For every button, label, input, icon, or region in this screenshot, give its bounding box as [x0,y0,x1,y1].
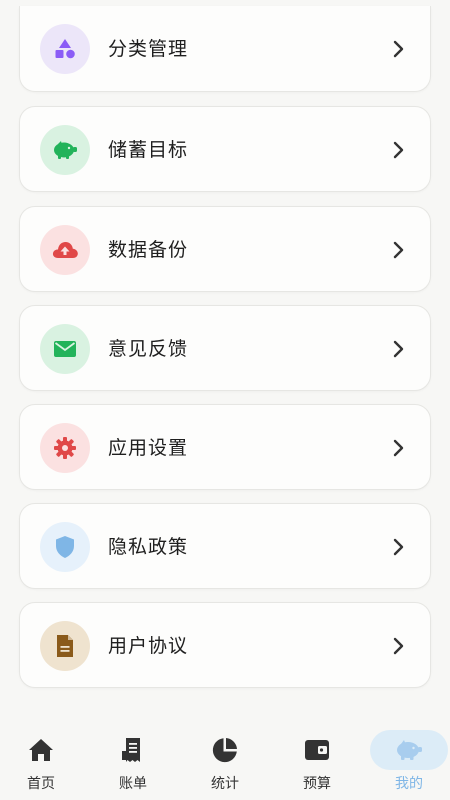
menu-item-privacy-policy[interactable]: 隐私政策 [19,503,431,589]
tab-statistics[interactable]: 统计 [180,726,270,800]
chevron-right-icon [393,538,404,556]
menu-item-label: 数据备份 [108,239,189,261]
menu-item-app-settings[interactable]: 应用设置 [19,404,431,490]
document-icon [40,621,90,671]
tab-bills[interactable]: 账单 [88,726,178,800]
menu-item-data-backup[interactable]: 数据备份 [19,206,431,292]
chevron-right-icon [393,241,404,259]
tab-mine[interactable]: 我的 [364,726,450,800]
chevron-right-icon [393,141,404,159]
piggy-bank-icon [40,125,90,175]
menu-item-user-agreement[interactable]: 用户协议 [19,602,431,688]
tab-label: 统计 [211,776,239,792]
tab-label: 预算 [303,776,331,792]
home-icon [27,736,55,764]
tab-budget[interactable]: 预算 [272,726,362,800]
menu-item-category-management[interactable]: 分类管理 [19,6,431,92]
tab-home[interactable]: 首页 [0,726,86,800]
chevron-right-icon [393,439,404,457]
chevron-right-icon [393,637,404,655]
gear-icon [40,423,90,473]
pie-chart-icon [211,736,239,764]
cloud-upload-icon [40,225,90,275]
menu-item-label: 意见反馈 [108,338,189,360]
bottom-tab-bar: 首页 账单 统计 预算 我的 [0,726,450,800]
receipt-icon [119,736,147,764]
chevron-right-icon [393,340,404,358]
piggy-bank-icon [395,736,423,764]
shield-icon [40,522,90,572]
tab-label: 我的 [395,776,423,792]
tab-label: 首页 [27,776,55,792]
menu-item-savings-goal[interactable]: 储蓄目标 [19,106,431,192]
tab-label: 账单 [119,776,147,792]
menu-item-label: 应用设置 [108,437,189,459]
shapes-icon [40,24,90,74]
chevron-right-icon [393,40,404,58]
wallet-icon [303,736,331,764]
menu-item-label: 隐私政策 [108,536,189,558]
mail-icon [40,324,90,374]
menu-item-label: 储蓄目标 [108,139,189,161]
menu-item-feedback[interactable]: 意见反馈 [19,305,431,391]
menu-item-label: 用户协议 [108,635,189,657]
menu-item-label: 分类管理 [108,38,189,60]
